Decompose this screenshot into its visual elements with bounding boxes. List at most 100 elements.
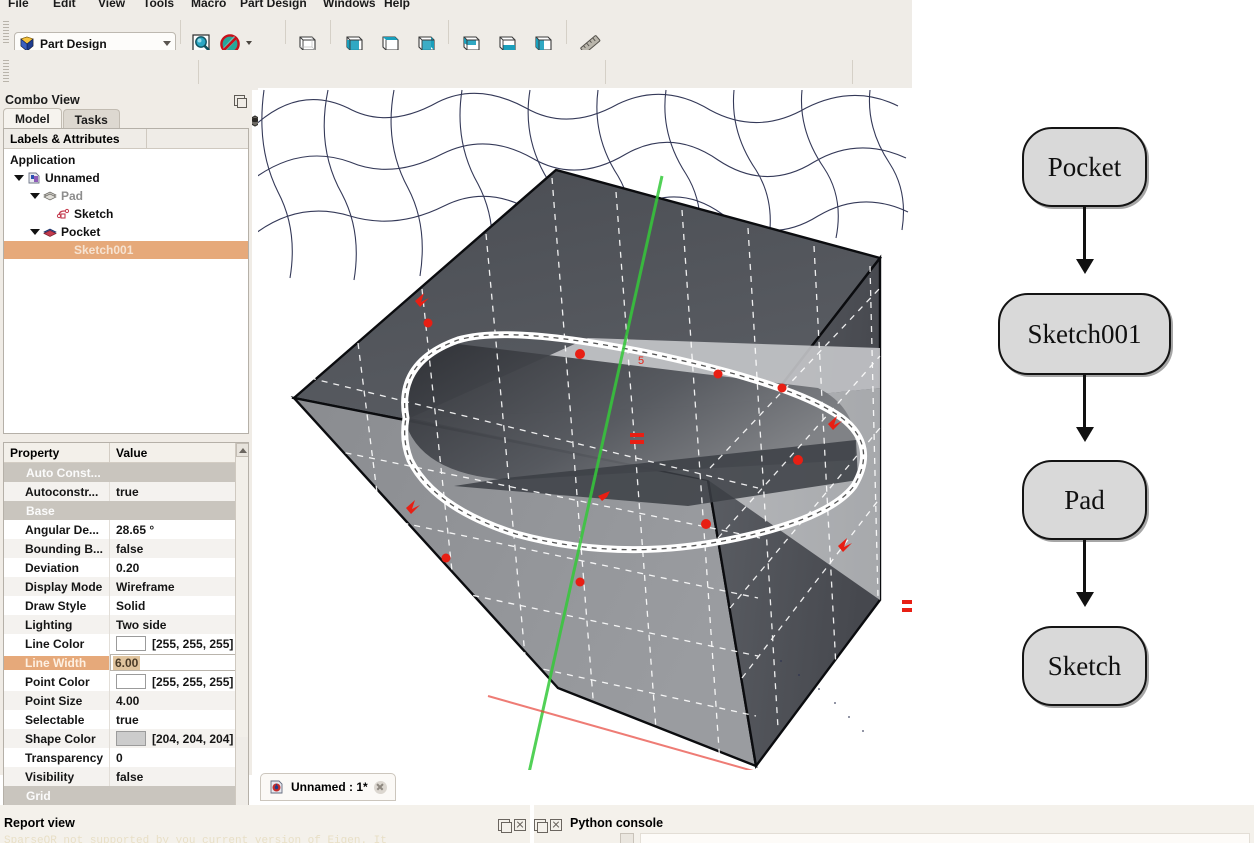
3d-viewport[interactable]: 5 6: [258, 88, 912, 770]
tree-item-sketch[interactable]: Sketch: [4, 205, 248, 223]
property-value[interactable]: true: [109, 482, 248, 501]
property-row-point-color[interactable]: Point Color [255, 255, 255]: [4, 672, 248, 691]
property-value[interactable]: 0: [109, 748, 248, 767]
tree-item-pad[interactable]: Pad: [4, 187, 248, 205]
property-value-cell[interactable]: [255, 255, 255]: [109, 634, 248, 653]
property-name: Grid: [4, 789, 109, 803]
report-view-scrollbar[interactable]: [620, 833, 634, 843]
menu-item-help[interactable]: Help: [384, 0, 410, 10]
combo-view-title: Combo View: [5, 93, 80, 107]
property-row-point-size[interactable]: Point Size 4.00: [4, 691, 248, 710]
property-row-deviation[interactable]: Deviation 0.20: [4, 558, 248, 577]
close-icon[interactable]: [374, 781, 387, 794]
tree-item-application[interactable]: Application: [4, 151, 248, 169]
property-row-selectable[interactable]: Selectable true: [4, 710, 248, 729]
scroll-up-button[interactable]: [236, 443, 249, 457]
menu-item-edit[interactable]: Edit: [53, 0, 76, 10]
toolbar-row-1: Part Design: [0, 14, 912, 50]
property-value[interactable]: Wireframe: [109, 577, 248, 596]
property-value-cell[interactable]: 6.00: [109, 653, 248, 672]
property-value[interactable]: 28.65 °: [109, 520, 248, 539]
freecad-doc-icon: [269, 779, 285, 795]
property-editor[interactable]: Property Value Auto Const... Autoconstr.…: [3, 442, 249, 843]
property-row-display-mode[interactable]: Display Mode Wireframe: [4, 577, 248, 596]
menu-item-file[interactable]: File: [8, 0, 29, 10]
property-group-grid: Grid: [4, 786, 248, 805]
property-value[interactable]: 4.00: [109, 691, 248, 710]
python-console-dock-buttons: [534, 819, 562, 831]
graph-node-sketch[interactable]: Sketch: [1022, 626, 1147, 706]
property-value[interactable]: true: [109, 710, 248, 729]
property-value-cell[interactable]: [204, 204, 204]: [109, 729, 248, 748]
tab-tasks[interactable]: Tasks: [63, 109, 120, 129]
shape-color-swatch[interactable]: [116, 731, 146, 746]
menu-item-view[interactable]: View: [98, 0, 125, 10]
property-row-transparency[interactable]: Transparency 0: [4, 748, 248, 767]
property-row-autoconstraints[interactable]: Autoconstr... true: [4, 482, 248, 501]
property-name: Angular De...: [4, 523, 109, 537]
property-value: [255, 255, 255]: [152, 675, 233, 689]
property-row-line-color[interactable]: Line Color [255, 255, 255]: [4, 634, 248, 653]
workbench-selector-label: Part Design: [40, 37, 158, 51]
property-value: [204, 204, 204]: [152, 732, 233, 746]
python-console-output[interactable]: [640, 833, 1250, 843]
property-row-angular-deflection[interactable]: Angular De... 28.65 °: [4, 520, 248, 539]
graph-arrowhead-icon: [1076, 427, 1094, 442]
graph-node-sketch001[interactable]: Sketch001: [998, 293, 1171, 375]
property-name: Point Color: [4, 675, 109, 689]
property-row-line-width[interactable]: Line Width 6.00: [4, 653, 248, 672]
close-icon[interactable]: [514, 819, 526, 831]
undock-icon[interactable]: [498, 819, 510, 831]
property-value[interactable]: false: [109, 767, 248, 786]
menu-item-part-design[interactable]: Part Design: [240, 0, 307, 10]
line-width-input[interactable]: 6.00: [113, 656, 140, 670]
3d-scene[interactable]: 5 6: [258, 88, 912, 770]
line-width-spinbox[interactable]: 6.00: [110, 654, 247, 671]
menu-item-tools[interactable]: Tools: [143, 0, 174, 10]
graph-arrowhead-icon: [1076, 592, 1094, 607]
python-console-panel: Python console: [534, 805, 1254, 843]
toolbar-grip[interactable]: [3, 60, 9, 82]
undock-icon[interactable]: [234, 95, 245, 106]
property-row-visibility[interactable]: Visibility false: [4, 767, 248, 786]
point-color-swatch[interactable]: [116, 674, 146, 689]
tree-item-label: Sketch001: [74, 243, 133, 257]
toolbar-grip[interactable]: [3, 21, 9, 43]
property-row-lighting[interactable]: Lighting Two side: [4, 615, 248, 634]
graph-node-pocket[interactable]: Pocket: [1022, 127, 1147, 207]
model-tree[interactable]: Labels & Attributes Application: [3, 128, 249, 434]
tree-item-pocket[interactable]: Pocket: [4, 223, 248, 241]
tree-item-label: Unnamed: [45, 171, 100, 185]
draw-style-dropdown-icon[interactable]: [243, 36, 257, 50]
property-value[interactable]: false: [109, 539, 248, 558]
scrollbar-thumb[interactable]: [236, 457, 249, 737]
tree-header: Labels & Attributes: [4, 129, 248, 149]
menu-item-windows[interactable]: Windows: [323, 0, 376, 10]
tree-item-sketch001[interactable]: Sketch001: [4, 241, 248, 259]
tree-item-unnamed[interactable]: Unnamed: [4, 169, 248, 187]
line-color-swatch[interactable]: [116, 636, 146, 651]
chevron-expanded-icon[interactable]: [14, 175, 24, 181]
menu-item-macro[interactable]: Macro: [191, 0, 226, 10]
tree-item-label: Pocket: [61, 225, 100, 239]
property-value[interactable]: Solid: [109, 596, 248, 615]
undock-icon[interactable]: [534, 819, 546, 831]
property-name: Line Color: [4, 637, 109, 651]
property-row-shape-color[interactable]: Shape Color [204, 204, 204]: [4, 729, 248, 748]
tab-model[interactable]: Model: [3, 108, 62, 129]
chevron-expanded-icon[interactable]: [30, 193, 40, 199]
document-tab-unnamed[interactable]: Unnamed : 1*: [260, 773, 396, 801]
tree-body: Application Unnamed: [4, 149, 248, 259]
tree-header-col2: [146, 129, 248, 148]
property-value[interactable]: 0.20: [109, 558, 248, 577]
pocket-feature-icon: [43, 225, 57, 239]
property-value[interactable]: Two side: [109, 615, 248, 634]
graph-node-pad[interactable]: Pad: [1022, 460, 1147, 540]
property-row-draw-style[interactable]: Draw Style Solid: [4, 596, 248, 615]
property-name: Bounding B...: [4, 542, 109, 556]
close-icon[interactable]: [550, 819, 562, 831]
property-value-cell[interactable]: [255, 255, 255]: [109, 672, 248, 691]
property-scrollbar[interactable]: [235, 443, 248, 843]
property-row-bounding-box[interactable]: Bounding B... false: [4, 539, 248, 558]
chevron-expanded-icon[interactable]: [30, 229, 40, 235]
